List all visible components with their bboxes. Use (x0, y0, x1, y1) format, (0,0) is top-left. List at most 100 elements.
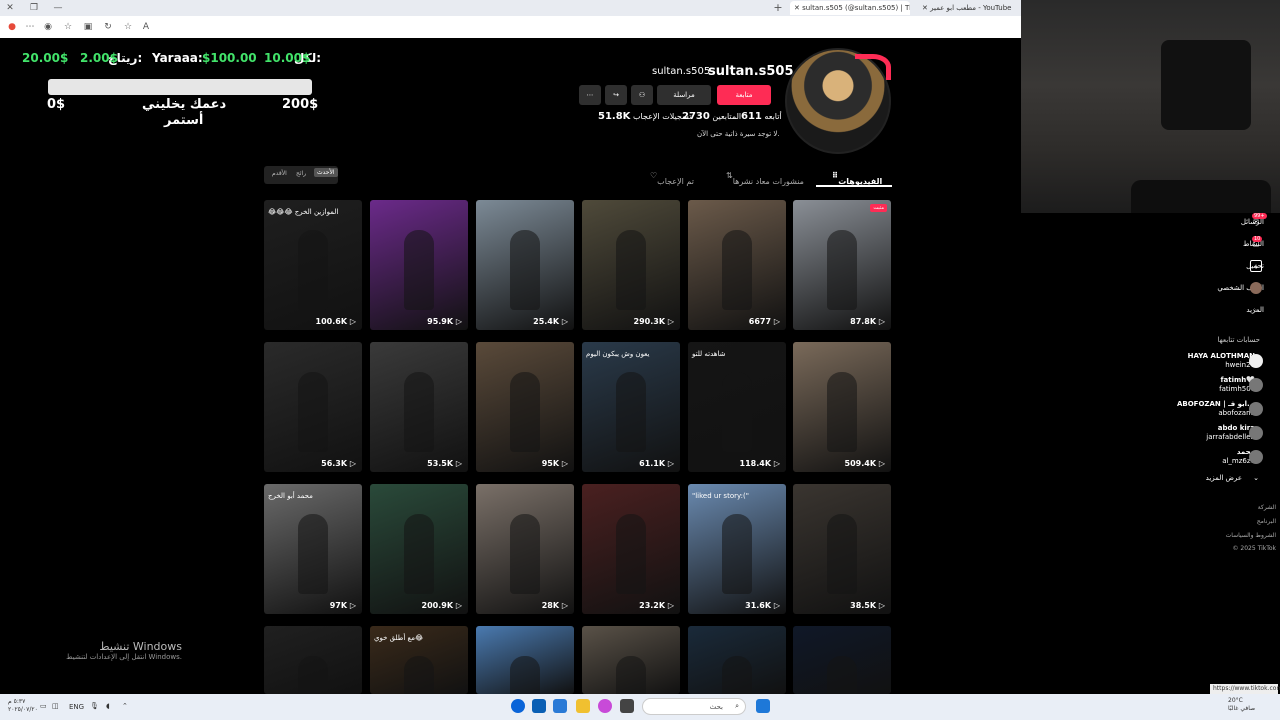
close-window-icon[interactable]: ✕ (4, 2, 16, 14)
volume-icon[interactable]: ◖ (106, 702, 110, 710)
video-card[interactable]: يعون وش يبكون اليوم 61.1K ▷ (582, 342, 680, 472)
start-icon[interactable] (756, 699, 770, 713)
tab-youtube[interactable]: ✕ مطعب ابو عمير - YouTube (918, 1, 1020, 15)
file-explorer-icon[interactable] (576, 699, 590, 713)
profile-icon[interactable]: ◉ (42, 21, 54, 33)
taskbar-search[interactable]: بحث ⌕ (642, 698, 746, 715)
footer-company[interactable]: الشركة (1258, 504, 1276, 511)
notifications-icon[interactable]: ▭ (40, 702, 47, 710)
more-options-button[interactable]: ⋯ (579, 85, 601, 105)
video-card[interactable]: 25.4K ▷ (476, 200, 574, 330)
weather-desc: صافي غالبًا (1228, 705, 1256, 712)
share-button[interactable]: ↪ (605, 85, 627, 105)
see-more-link[interactable]: عرض المزيد (1206, 474, 1242, 482)
tab-liked[interactable]: ♡ تم الإعجاب (650, 171, 694, 186)
language-indicator[interactable]: ENG (69, 703, 84, 711)
chair (1131, 180, 1271, 213)
messages-badge: 99+ (1252, 213, 1267, 219)
footer-copyright: © 2025 TikTok (1232, 545, 1277, 552)
goal-amount: 10.00$ (264, 51, 311, 65)
new-tab-button[interactable]: + (772, 2, 784, 14)
video-card[interactable]: "liked ur story:(" 31.6K ▷ (688, 484, 786, 614)
tab-videos[interactable]: ⠿ الفيديوهات (832, 171, 882, 186)
video-caption: شاهدته للتو (692, 350, 726, 358)
account-avatar (1249, 426, 1263, 440)
view-count-value: 100.6K (315, 317, 348, 326)
favorites-icon[interactable]: ☆ (62, 21, 74, 33)
copilot-icon[interactable] (598, 699, 612, 713)
video-card[interactable]: 6677 ▷ (688, 200, 786, 330)
view-count: 6677 ▷ (688, 317, 780, 326)
calculator-icon[interactable] (553, 699, 567, 713)
restore-window-icon[interactable]: ❐ (28, 2, 40, 14)
add-friend-button[interactable]: ⚇ (631, 85, 653, 105)
play-icon: ▷ (771, 601, 780, 610)
message-button[interactable]: مراسلة (657, 85, 711, 105)
refresh-icon[interactable]: ↻ (102, 21, 114, 33)
play-icon: ▷ (876, 601, 885, 610)
tab-close-icon[interactable]: ✕ (794, 4, 802, 12)
video-card[interactable]: 38.5K ▷ (793, 484, 891, 614)
video-card[interactable]: شاهدته للتو 118.4K ▷ (688, 342, 786, 472)
follow-button[interactable]: متابعة (717, 85, 771, 105)
video-card[interactable]: 95K ▷ (476, 342, 574, 472)
video-card[interactable]: 23.2K ▷ (582, 484, 680, 614)
video-card[interactable] (264, 626, 362, 694)
sort-latest[interactable]: الأحدث (314, 168, 338, 177)
video-card[interactable] (476, 626, 574, 694)
video-thumbnail-figure (510, 372, 540, 452)
minimize-window-icon[interactable]: — (52, 2, 64, 14)
video-card[interactable] (688, 626, 786, 694)
yaraaa-label: Yaraaa: (152, 51, 203, 65)
view-count: 200.9K ▷ (370, 601, 462, 610)
network-icon[interactable]: ◫ (52, 702, 59, 710)
read-aloud-icon[interactable]: A (140, 21, 152, 33)
app-icon[interactable] (620, 699, 634, 713)
video-card[interactable]: 😂😂😂 الموازين الخرج 100.6K ▷ (264, 200, 362, 330)
more-icon: ⋯ (586, 91, 594, 99)
profile-avatar-icon (1250, 282, 1262, 294)
video-card[interactable]: 290.3K ▷ (582, 200, 680, 330)
likes-label: تسجيلات الإعجاب (632, 112, 692, 121)
menu-icon[interactable]: ⋯ (24, 21, 36, 33)
following-stat[interactable]: 611 أتابعه (741, 111, 782, 122)
footer-program[interactable]: البرنامج (1257, 518, 1276, 525)
play-icon: ▷ (771, 317, 780, 326)
video-card[interactable]: 53.5K ▷ (370, 342, 468, 472)
star-icon[interactable]: ☆ (122, 21, 134, 33)
play-icon: ▷ (876, 459, 885, 468)
outlook-icon[interactable] (532, 699, 546, 713)
video-card[interactable]: 28K ▷ (476, 484, 574, 614)
tab-reposts[interactable]: ⇅ منشورات معاد نشرها (726, 171, 804, 186)
video-card[interactable]: مثبت 87.8K ▷ (793, 200, 891, 330)
footer-terms[interactable]: الشروط والسياسات (1226, 532, 1276, 539)
video-card[interactable]: مع أطلق خوي😂 (370, 626, 468, 694)
view-count-value: 38.5K (850, 601, 877, 610)
profile-avatar[interactable] (785, 48, 891, 154)
video-card[interactable]: 200.9K ▷ (370, 484, 468, 614)
progress-min: 0$ (47, 97, 66, 112)
yaraaa-amount: $100.00 (202, 51, 257, 65)
video-card[interactable]: 509.4K ▷ (793, 342, 891, 472)
sort-oldest[interactable]: الأقدم (272, 170, 287, 177)
mic-icon[interactable]: 🎙 (90, 702, 99, 710)
video-card[interactable]: 95.9K ▷ (370, 200, 468, 330)
upload-icon: + (1250, 260, 1262, 272)
video-card[interactable] (582, 626, 680, 694)
video-card[interactable]: 56.3K ▷ (264, 342, 362, 472)
video-card[interactable]: محمد أبو الخرج 97K ▷ (264, 484, 362, 614)
sort-popular[interactable]: رائج (296, 170, 306, 177)
show-hidden-icons[interactable]: ⌃ (122, 702, 128, 710)
overlay-caption-2: أستمر (164, 113, 204, 128)
video-card[interactable] (793, 626, 891, 694)
edge-icon[interactable] (511, 699, 525, 713)
video-thumbnail-figure (404, 656, 434, 694)
view-count-value: 118.4K (739, 459, 772, 468)
tab-tiktok-profile[interactable]: ✕ sultan.s505 (@sultan.s505) | TikTok (790, 1, 910, 15)
clock-date: ٢٠٢٥/٠٧/٢٠ (8, 706, 38, 713)
live-ring (855, 54, 891, 80)
video-thumbnail-figure (616, 230, 646, 310)
split-screen-icon[interactable]: ▣ (82, 21, 94, 33)
play-icon: ▷ (771, 459, 780, 468)
tab-close-icon[interactable]: ✕ (922, 4, 930, 12)
